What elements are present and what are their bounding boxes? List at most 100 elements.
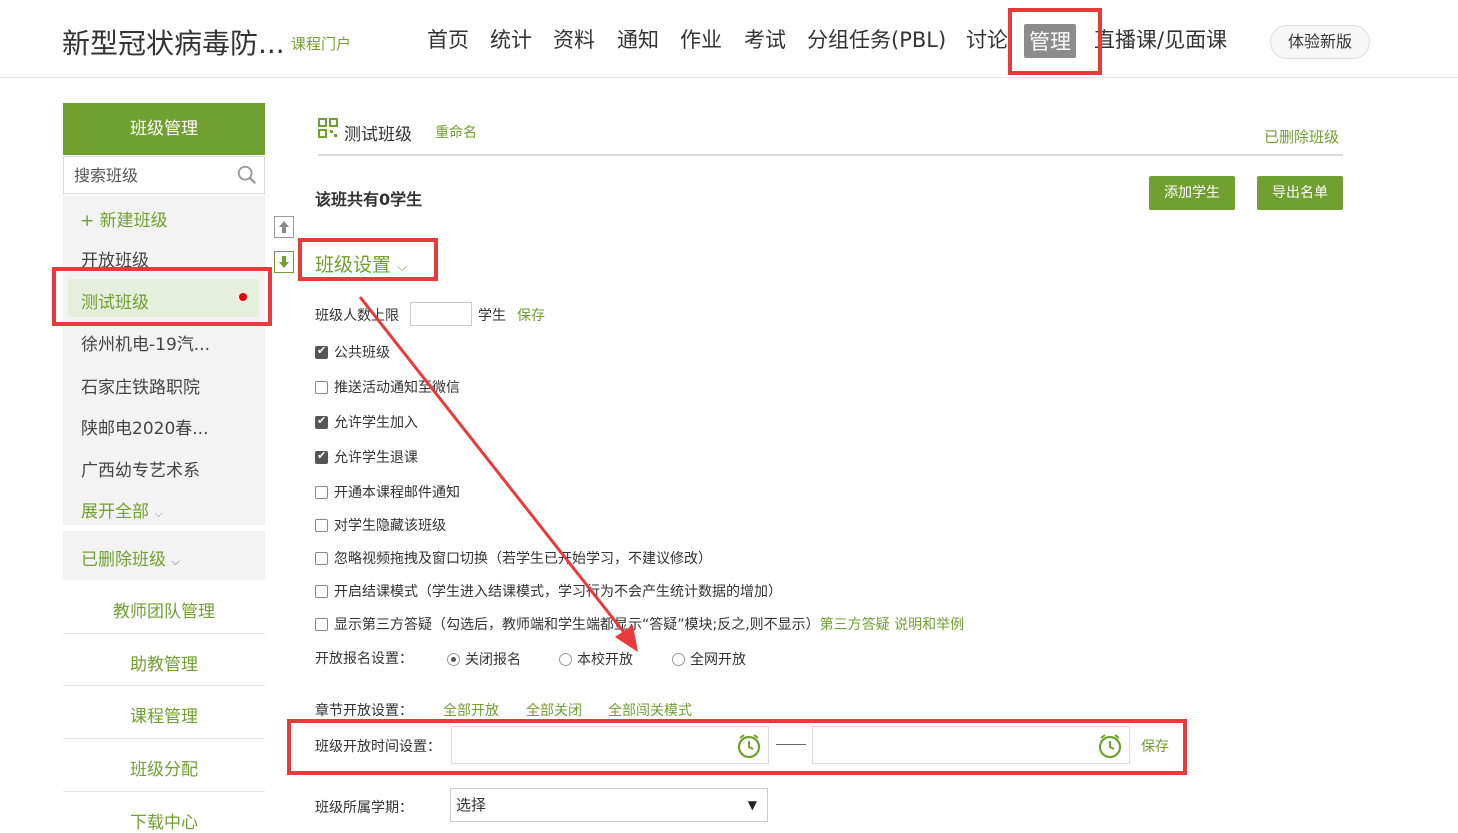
deleted-classes-toggle[interactable]: 已删除班级 ⌵ [81,545,180,570]
class-limit-input[interactable] [410,302,472,326]
new-class-button[interactable]: + 新建班级 [80,206,168,231]
option-label: 开启结课模式（学生进入结课模式，学习行为不会产生统计数据的增加） [334,584,782,600]
divider [63,633,265,634]
radio-label: 全网开放 [690,652,746,668]
signup-label: 开放报名设置： [315,651,413,667]
rename-link[interactable]: 重命名 [435,122,477,142]
signup-option-school[interactable]: 本校开放 [559,649,633,669]
checkbox[interactable] [315,344,328,359]
nav-live-class[interactable]: 直播课/见面课 [1094,24,1227,58]
signup-option-all[interactable]: 全网开放 [672,649,746,669]
nav-homework[interactable]: 作业 [680,24,722,58]
student-count: 该班共有0学生 [315,190,423,209]
sidebar-item-class-4[interactable]: 石家庄铁路职院 [81,373,200,398]
expand-all-label: 展开全部 [81,502,149,522]
arrow-up-icon [279,221,289,233]
checkbox[interactable] [315,519,328,532]
sidebar-item-class-5[interactable]: 陕邮电2020春... [81,414,208,439]
option-third-party-qa[interactable]: 显示第三方答疑（勾选后，教师端和学生端都显示“答疑”模块;反之,则不显示）第三方… [315,614,964,634]
chapter-close-all-link[interactable]: 全部关闭 [526,700,582,720]
option-allow-quit[interactable]: 允许学生退课 [315,447,418,467]
signup-option-closed[interactable]: 关闭报名 [447,649,521,669]
checkbox[interactable] [315,618,328,631]
caret-down-icon: ▼ [747,798,757,812]
radio-label: 关闭报名 [465,652,521,668]
option-label: 允许学生加入 [334,415,418,431]
term-select[interactable]: 选择 ▼ [450,788,768,822]
option-wechat-push[interactable]: 推送活动通知至微信 [315,377,460,397]
sidebar-link-assistant[interactable]: 助教管理 [63,650,265,675]
sidebar-link-teacher-team[interactable]: 教师团队管理 [63,597,265,622]
radio[interactable] [559,653,572,666]
nav-discussion[interactable]: 讨论 [966,24,1008,58]
option-label: 推送活动通知至微信 [334,380,460,396]
add-student-button[interactable]: 添加学生 [1149,176,1235,210]
sidebar-link-download-center[interactable]: 下载中心 [63,808,265,833]
divider [63,738,265,739]
class-limit-unit: 学生 [478,308,506,324]
class-limit-save-link[interactable]: 保存 [517,305,545,325]
nav-notices[interactable]: 通知 [617,24,659,58]
checkbox[interactable] [315,552,328,565]
divider [63,791,265,792]
sidebar-link-class-assign[interactable]: 班级分配 [63,755,265,780]
try-new-version-button[interactable]: 体验新版 [1270,25,1370,59]
checkbox[interactable] [315,414,328,429]
chapter-open-all-link[interactable]: 全部开放 [443,700,499,720]
arrow-down-icon [279,256,289,268]
highlight-box-settings [298,238,438,281]
chapter-label: 章节开放设置： [315,703,413,719]
move-down-button[interactable] [274,251,294,273]
checkbox[interactable] [315,585,328,598]
checkbox[interactable] [315,449,328,464]
sidebar-item-class-3[interactable]: 徐州机电-19汽... [81,330,210,355]
sidebar-link-course-manage[interactable]: 课程管理 [63,702,265,727]
deleted-classes-label: 已删除班级 [81,550,166,570]
course-title[interactable]: 新型冠状病毒防... [62,22,285,62]
option-label: 对学生隐藏该班级 [334,518,446,534]
deleted-classes-link[interactable]: 已删除班级 [1264,126,1339,147]
option-end-mode[interactable]: 开启结课模式（学生进入结课模式，学习行为不会产生统计数据的增加） [315,581,782,601]
option-ignore-video-drag[interactable]: 忽略视频拖拽及窗口切换（若学生已开始学习，不建议修改） [315,548,712,568]
nav-stats[interactable]: 统计 [490,24,532,58]
chevron-down-icon: ⌵ [171,555,180,568]
course-portal-link[interactable]: 课程门户 [291,33,351,54]
class-limit-label: 班级人数上限 [315,308,399,324]
move-up-button[interactable] [274,216,294,238]
divider [63,685,265,686]
class-limit-row: 班级人数上限 [315,305,399,325]
chapter-level-mode-link[interactable]: 全部闯关模式 [608,700,692,720]
expand-all-button[interactable]: 展开全部 ⌵ [81,497,163,522]
term-label: 班级所属学期： [315,800,413,816]
radio[interactable] [672,653,685,666]
option-label: 显示第三方答疑（勾选后，教师端和学生端都显示“答疑”模块;反之,则不显示） [334,617,820,633]
sidebar-title: 班级管理 [63,103,265,155]
divider [318,154,1343,156]
nav-pbl[interactable]: 分组任务(PBL) [807,24,946,58]
nav-resources[interactable]: 资料 [553,24,595,58]
class-name-title: 测试班级 [344,125,412,145]
nav-home[interactable]: 首页 [427,24,469,58]
sidebar-item-class-6[interactable]: 广西幼专艺术系 [81,456,200,481]
option-email-notice[interactable]: 开通本课程邮件通知 [315,482,460,502]
third-party-qa-link[interactable]: 第三方答疑 说明和举例 [820,617,964,633]
option-allow-join[interactable]: 允许学生加入 [315,412,418,432]
class-search-input[interactable] [64,157,224,193]
export-list-button[interactable]: 导出名单 [1257,176,1343,210]
highlight-box-open-time [287,719,1187,775]
qrcode-icon[interactable] [318,118,338,138]
class-search [63,156,265,194]
highlight-box-manage [1008,8,1102,75]
nav-exam[interactable]: 考试 [744,24,786,58]
option-hide-class[interactable]: 对学生隐藏该班级 [315,515,446,535]
option-label: 开通本课程邮件通知 [334,485,460,501]
checkbox[interactable] [315,381,328,394]
checkbox[interactable] [315,486,328,499]
search-icon[interactable] [236,164,258,186]
chevron-down-icon: ⌵ [154,507,163,520]
radio-label: 本校开放 [577,652,633,668]
option-label: 忽略视频拖拽及窗口切换（若学生已开始学习，不建议修改） [334,551,712,567]
option-public-class[interactable]: 公共班级 [315,342,390,362]
radio[interactable] [447,653,460,666]
option-label: 允许学生退课 [334,450,418,466]
